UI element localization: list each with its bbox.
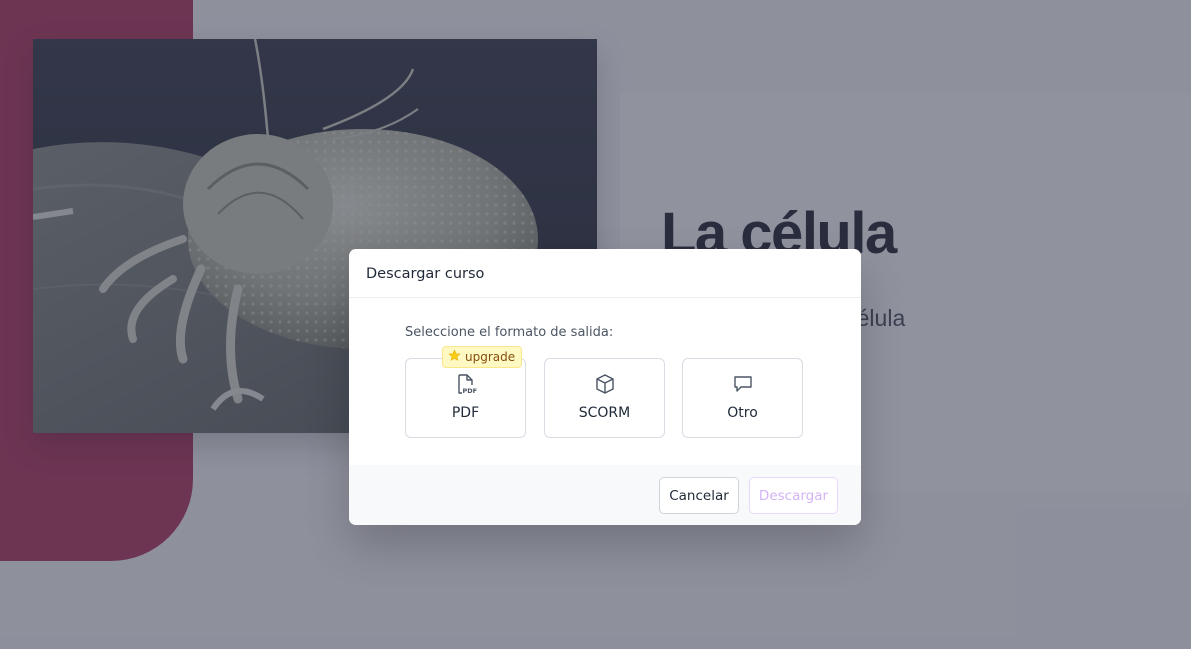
format-option-other[interactable]: Otro <box>682 358 803 438</box>
download-course-dialog: Descargar curso Seleccione el formato de… <box>349 249 861 525</box>
format-option-pdf[interactable]: PDF PDF <box>405 358 526 438</box>
dialog-header: Descargar curso <box>349 249 861 298</box>
format-prompt: Seleccione el formato de salida: <box>405 325 614 340</box>
cancel-button[interactable]: Cancelar <box>659 477 739 514</box>
dialog-body: Seleccione el formato de salida: PDF PDF… <box>349 298 861 464</box>
cube-icon <box>594 373 616 400</box>
upgrade-label: upgrade <box>465 350 516 364</box>
pdf-file-icon: PDF <box>455 373 477 400</box>
format-option-label: SCORM <box>578 405 631 421</box>
upgrade-badge[interactable]: upgrade <box>442 346 523 368</box>
format-option-scorm[interactable]: SCORM <box>544 358 665 438</box>
speech-bubble-icon <box>732 373 754 400</box>
dialog-title: Descargar curso <box>366 266 485 282</box>
svg-text:PDF: PDF <box>462 387 477 395</box>
format-option-label: PDF <box>451 405 480 421</box>
download-button[interactable]: Descargar <box>749 477 838 514</box>
dialog-footer: Cancelar Descargar <box>349 465 861 525</box>
format-option-label: Otro <box>727 405 758 421</box>
star-icon <box>448 349 461 365</box>
